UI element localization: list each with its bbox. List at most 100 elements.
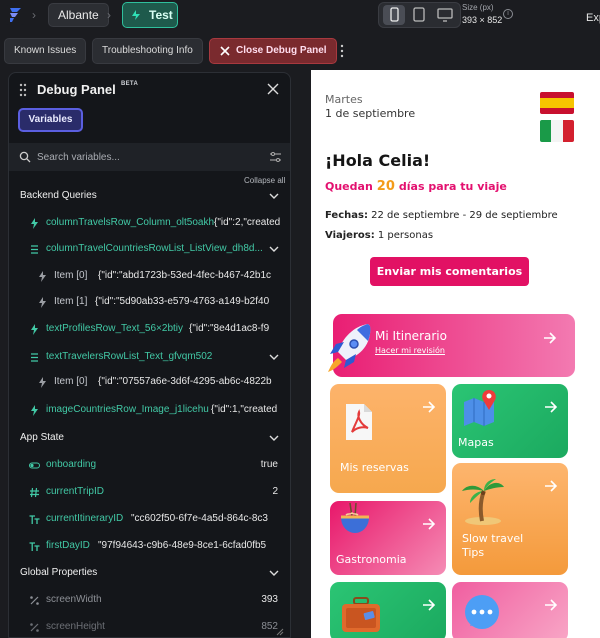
top-bar: › Albante › Test Size (px) 393 × 852 i E… xyxy=(0,0,600,32)
reservations-card[interactable]: Mis reservas xyxy=(330,384,446,493)
spain-flag[interactable] xyxy=(540,92,574,114)
variable-row[interactable]: currentTripID 2 xyxy=(9,482,290,504)
known-issues-button[interactable]: Known Issues xyxy=(4,38,87,64)
text-type-icon xyxy=(29,542,40,551)
palm-tree-icon xyxy=(462,479,504,525)
variable-row[interactable]: imageCountriesRow_Image_j1licehu {"id":1… xyxy=(9,400,290,422)
variable-value: {"id":2,"created xyxy=(214,217,281,228)
variable-key: onboarding xyxy=(46,459,97,470)
debug-panel: Debug Panel BETA Variables Collapse all … xyxy=(8,72,291,638)
troubleshooting-info-button[interactable]: Troubleshooting Info xyxy=(92,38,203,64)
maps-card[interactable]: Mapas xyxy=(452,384,568,458)
reservations-title: Mis reservas xyxy=(340,461,409,474)
suitcase-icon xyxy=(342,597,380,632)
variable-row[interactable]: currentItineraryID "cc602f50-6f7e-4a5d-8… xyxy=(9,509,290,531)
search-icon xyxy=(19,151,31,163)
variable-key: Item [0] xyxy=(54,376,88,387)
device-desktop-button[interactable] xyxy=(434,5,456,25)
greeting-heading: ¡Hola Celia! xyxy=(325,151,431,170)
chat-card[interactable] xyxy=(452,582,568,638)
tab-variables[interactable]: Variables xyxy=(18,108,83,132)
debug-panel-title: Debug Panel xyxy=(37,82,116,97)
trip-travelers: Viajeros: 1 personas xyxy=(325,230,433,241)
search-input[interactable] xyxy=(37,147,257,167)
variable-row[interactable]: firstDayID "97f94643-c9b6-48e9-8ce1-6cfa… xyxy=(9,536,290,558)
close-icon[interactable] xyxy=(267,83,279,95)
itinerary-review-link[interactable]: Hacer mi revisión xyxy=(375,346,445,355)
export-label[interactable]: Exp xyxy=(586,12,600,24)
send-feedback-button[interactable]: Enviar mis comentarios xyxy=(370,257,529,286)
variable-value: {"id":"5d90ab33-e579-4763-a149-b2f40 xyxy=(95,296,270,307)
variable-row[interactable]: onboarding true xyxy=(9,455,290,477)
resize-handle[interactable] xyxy=(274,626,284,636)
chevron-down-icon xyxy=(269,435,279,441)
arrow-right-icon xyxy=(545,480,558,492)
drag-handle-icon[interactable] xyxy=(19,83,27,97)
gastronomy-card[interactable]: Gastronomia xyxy=(330,501,446,575)
close-icon xyxy=(220,46,230,56)
variable-value: 2 xyxy=(272,486,278,497)
device-phone-button[interactable] xyxy=(383,5,405,25)
itinerary-title: Mi Itinerario xyxy=(375,329,447,343)
info-icon[interactable]: i xyxy=(503,9,513,19)
collapse-all-link[interactable]: Collapse all xyxy=(244,176,285,185)
section-backend-queries[interactable]: Backend Queries xyxy=(9,186,290,208)
logo-icon[interactable] xyxy=(4,4,26,26)
project-name-button[interactable]: Albante xyxy=(48,3,109,27)
variable-row[interactable]: screenWidth 393 xyxy=(9,590,290,612)
phone-icon xyxy=(390,7,399,22)
search-bar xyxy=(9,143,290,171)
variable-row[interactable]: Item [0] {"id":"07557a6e-3d6f-4295-ab6c-… xyxy=(9,372,290,394)
arrow-right-icon xyxy=(545,599,558,611)
section-global-properties[interactable]: Global Properties xyxy=(9,563,290,585)
test-mode-button[interactable]: Test xyxy=(122,2,178,28)
section-app-state[interactable]: App State xyxy=(9,428,290,450)
section-title: App State xyxy=(20,432,64,443)
variable-row[interactable]: textProfilesRow_Text_56×2btiy {"id":"8e4… xyxy=(9,319,290,341)
close-debug-label: Close Debug Panel xyxy=(236,45,327,56)
size-value: 393 × 852 xyxy=(462,15,503,25)
variable-row[interactable]: textTravelersRowList_Text_gfvqm502 xyxy=(9,347,290,369)
debug-panel-header: Debug Panel BETA xyxy=(9,73,290,107)
tablet-icon xyxy=(413,7,425,22)
slow-travel-card[interactable]: Slow travel Tips xyxy=(452,463,568,575)
luggage-card[interactable] xyxy=(330,582,446,638)
dates-label: Fechas: xyxy=(325,210,368,221)
variable-key: textTravelersRowList_Text_gfvqm502 xyxy=(46,351,213,362)
countdown-suffix: días para tu viaje xyxy=(398,180,507,193)
variable-value: "97f94643-c9b6-48e9-8ce1-6cfad0fb5 xyxy=(98,540,267,551)
breadcrumb-separator: › xyxy=(107,8,111,22)
chevron-down-icon xyxy=(269,570,279,576)
rocket-icon xyxy=(328,324,371,372)
breadcrumb-separator: › xyxy=(32,8,36,22)
variable-row[interactable]: screenHeight 852 xyxy=(9,617,290,637)
arrow-right-icon xyxy=(423,599,436,611)
chat-bubble-icon xyxy=(465,595,499,629)
device-tablet-button[interactable] xyxy=(408,5,430,25)
variable-row[interactable]: Item [0] {"id":"abd1723b-53ed-4fec-b467-… xyxy=(9,266,290,288)
section-title: Backend Queries xyxy=(20,190,97,201)
variable-key: columnTravelCountriesRowList_ListView_dh… xyxy=(46,243,263,254)
variable-row[interactable]: Item [1] {"id":"5d90ab33-e579-4763-a149-… xyxy=(9,292,290,314)
day-label: Martes xyxy=(325,93,363,106)
pdf-icon xyxy=(346,404,372,440)
slow-travel-title: Slow travel Tips xyxy=(462,532,524,559)
lightning-icon xyxy=(31,324,38,335)
toggle-icon xyxy=(29,462,40,469)
italy-flag[interactable] xyxy=(540,120,574,142)
kebab-icon[interactable] xyxy=(339,43,345,59)
variable-key: currentTripID xyxy=(46,486,104,497)
variable-key: firstDayID xyxy=(46,540,90,551)
variable-value: {"id":"07557a6e-3d6f-4295-ab6c-4822b xyxy=(98,376,272,387)
lightning-icon xyxy=(31,218,38,229)
filter-icon[interactable] xyxy=(269,151,282,163)
close-debug-panel-button[interactable]: Close Debug Panel xyxy=(209,38,337,64)
chevron-down-icon xyxy=(269,246,279,252)
travelers-label: Viajeros: xyxy=(325,230,375,241)
device-selector xyxy=(378,2,461,28)
variable-row[interactable]: columnTravelCountriesRowList_ListView_dh… xyxy=(9,239,290,261)
lightning-icon xyxy=(39,377,46,388)
variable-value: "cc602f50-6f7e-4a5d-864c-8c3 xyxy=(131,513,268,524)
variable-key: imageCountriesRow_Image_j1licehu xyxy=(46,404,209,415)
variable-row[interactable]: columnTravelsRow_Column_olt5oakh {"id":2… xyxy=(9,213,290,235)
